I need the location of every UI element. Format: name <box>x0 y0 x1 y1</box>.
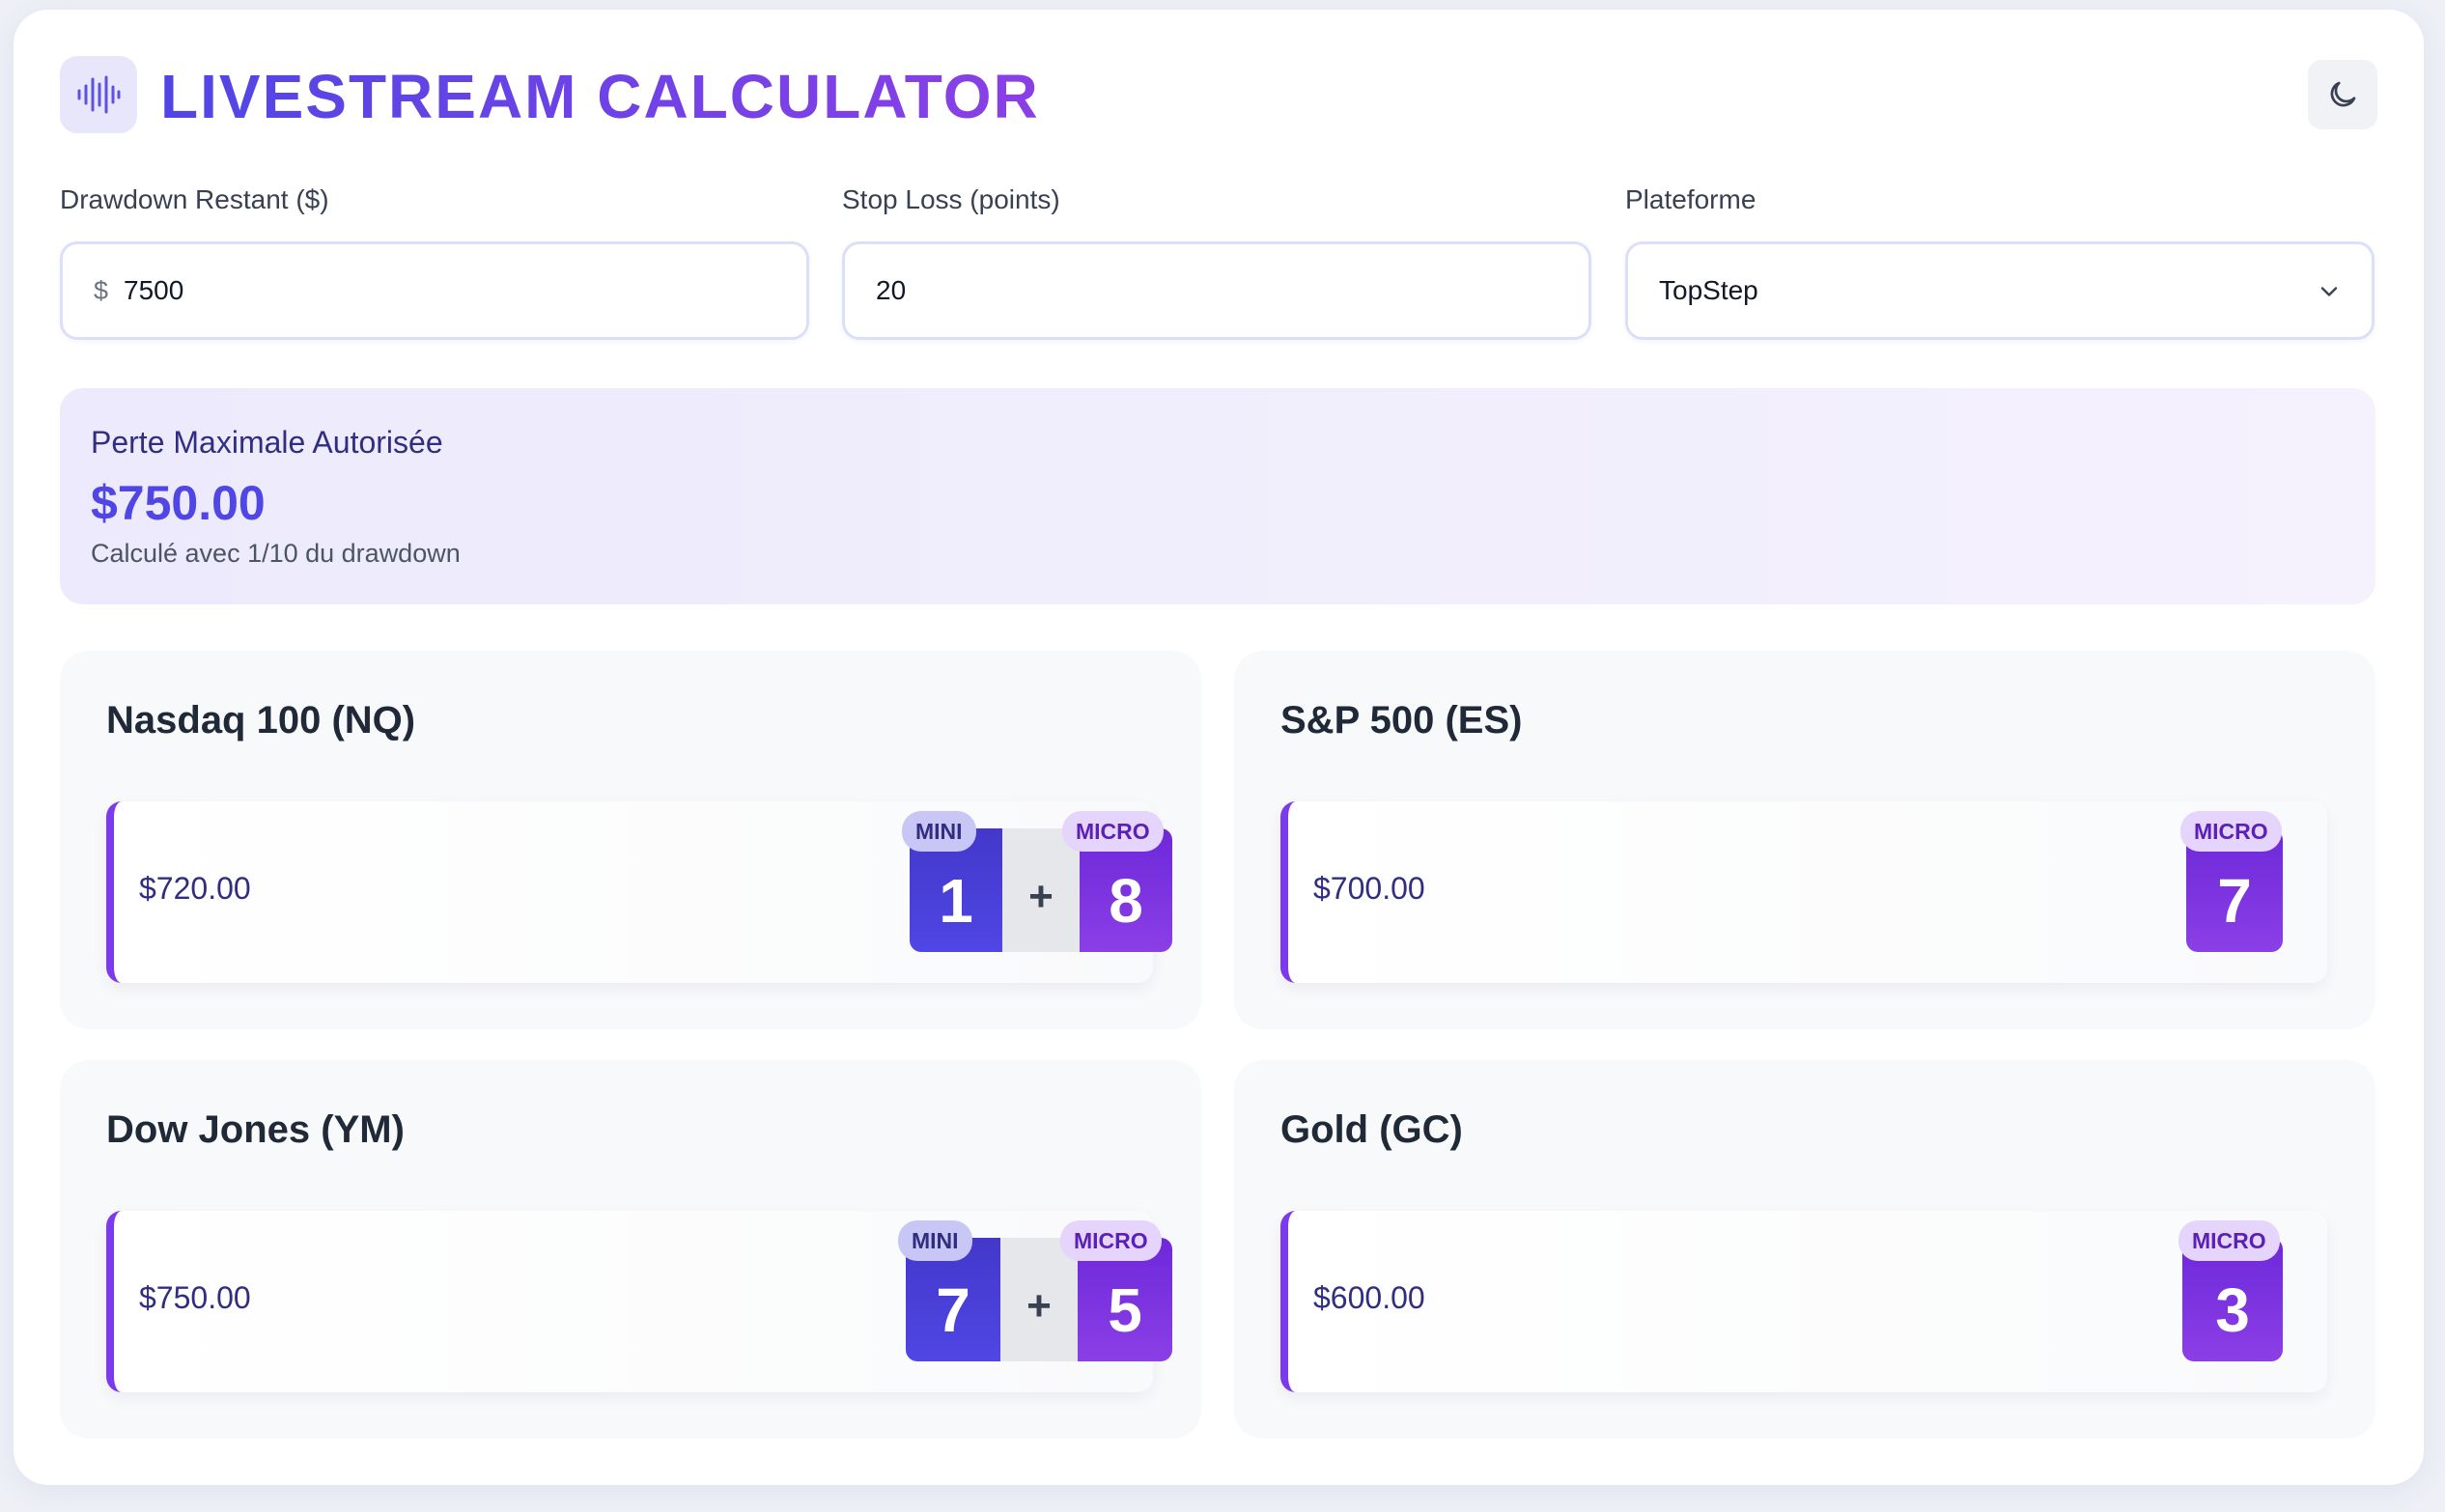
currency-prefix: $ <box>94 275 109 305</box>
stop-loss-value: 20 <box>876 275 907 305</box>
instrument-card-gc: Gold (GC) $600.00 3 MICRO <box>1234 1060 2375 1439</box>
drawdown-input[interactable]: $ 7500 <box>60 241 809 340</box>
instrument-title: S&P 500 (ES) <box>1280 699 1523 742</box>
contract-blocks: 1 + 8 MINI MICRO <box>902 811 1172 952</box>
result-row: $700.00 7 MICRO <box>1280 801 2327 983</box>
result-row: $600.00 3 MICRO <box>1280 1211 2327 1392</box>
mini-tag: MINI <box>898 1220 972 1261</box>
micro-tag: MICRO <box>1062 811 1164 852</box>
stop-loss-input[interactable]: 20 <box>842 241 1591 340</box>
contract-blocks: 3 MICRO <box>2178 1220 2283 1361</box>
risk-amount: $600.00 <box>1313 1280 1425 1315</box>
audio-wave-icon <box>60 56 137 133</box>
platform-select[interactable]: TopStep <box>1625 241 2375 340</box>
moon-icon <box>2330 81 2356 107</box>
instrument-title: Gold (GC) <box>1280 1108 1463 1151</box>
micro-tag: MICRO <box>2178 1220 2280 1261</box>
instrument-title: Dow Jones (YM) <box>106 1108 405 1151</box>
contract-blocks: 7 + 5 MINI MICRO <box>898 1220 1172 1361</box>
instrument-card-ym: Dow Jones (YM) $750.00 7 + 5 MINI MICRO <box>60 1060 1201 1439</box>
app-title: LIVESTREAM CALCULATOR <box>160 62 1040 131</box>
drawdown-label: Drawdown Restant ($) <box>60 184 329 214</box>
max-loss-value: $750.00 <box>91 476 266 530</box>
mini-tag: MINI <box>902 811 976 852</box>
risk-amount: $750.00 <box>139 1280 251 1315</box>
instrument-title: Nasdaq 100 (NQ) <box>106 699 416 742</box>
risk-amount: $720.00 <box>139 871 251 906</box>
risk-amount: $700.00 <box>1313 871 1425 906</box>
result-row: $750.00 7 + 5 MINI MICRO <box>106 1211 1172 1392</box>
stop-loss-label: Stop Loss (points) <box>842 184 1060 214</box>
platform-label: Plateforme <box>1625 184 1756 214</box>
contract-blocks: 7 MICRO <box>2180 811 2283 952</box>
result-row: $720.00 1 + 8 MINI MICRO <box>106 801 1172 983</box>
theme-toggle-button[interactable] <box>2308 60 2377 129</box>
max-loss-banner: Perte Maximale Autorisée $750.00 Calculé… <box>60 388 2375 604</box>
instrument-card-es: S&P 500 (ES) $700.00 7 MICRO <box>1234 651 2375 1029</box>
micro-tag: MICRO <box>2180 811 2282 852</box>
max-loss-note: Calculé avec 1/10 du drawdown <box>91 539 461 568</box>
max-loss-label: Perte Maximale Autorisée <box>91 425 443 460</box>
platform-value: TopStep <box>1659 275 1758 305</box>
chevron-down-icon <box>2320 287 2338 296</box>
instrument-card-nq: Nasdaq 100 (NQ) $720.00 1 + 8 MINI MICRO <box>60 651 1201 1029</box>
drawdown-value: 7500 <box>124 275 184 305</box>
micro-tag: MICRO <box>1060 1220 1162 1261</box>
